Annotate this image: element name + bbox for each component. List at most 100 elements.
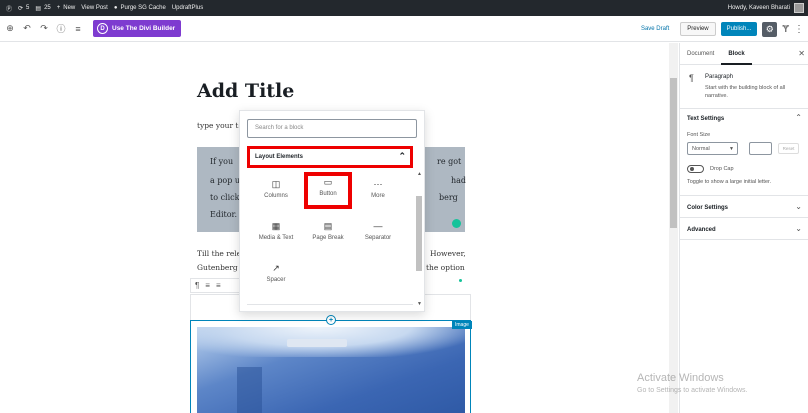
publish-button[interactable]: Publish... xyxy=(720,22,758,36)
toggle-knob xyxy=(690,167,694,171)
divi-builder-label: Use The Divi Builder xyxy=(112,25,176,32)
block-card: ¶ Paragraph Start with the building bloc… xyxy=(680,65,808,109)
cache-icon: ● xyxy=(113,5,118,11)
more-options-icon[interactable]: ⋮ xyxy=(794,24,804,35)
activate-windows-title: Activate Windows xyxy=(637,372,724,384)
scroll-up-icon[interactable]: ▲ xyxy=(417,171,422,177)
text-settings-toggle[interactable]: Text Settings xyxy=(687,116,724,122)
gray-line: had xyxy=(451,176,467,185)
divider xyxy=(680,195,808,196)
layout-elements-panel-toggle[interactable]: Layout Elements ⌃ xyxy=(247,146,413,168)
reset-button[interactable]: Reset xyxy=(778,143,799,154)
tab-block[interactable]: Block xyxy=(721,43,752,65)
settings-gear-icon[interactable]: ⚙ xyxy=(762,21,778,37)
divider xyxy=(680,217,808,218)
insert-block-icon[interactable]: + xyxy=(326,315,336,325)
font-size-select[interactable]: Normal ▼ xyxy=(687,142,738,155)
chevron-up-icon[interactable]: ⌃ xyxy=(795,113,802,122)
panel-title: Layout Elements xyxy=(255,154,304,160)
editor-scrollbar[interactable] xyxy=(669,43,678,413)
comments-item[interactable]: ▤ 25 xyxy=(35,5,50,12)
yoast-icon[interactable]: Ɏ xyxy=(782,24,789,35)
inserter-scroll-thumb[interactable] xyxy=(416,196,422,271)
button-icon: ▭ xyxy=(323,177,333,187)
block-item-page-break[interactable]: ▤ Page Break xyxy=(302,217,354,253)
settings-sidebar: Document Block ✕ ¶ Paragraph Start with … xyxy=(679,43,808,413)
new-item[interactable]: + New xyxy=(57,5,76,11)
drop-cap-label: Drop Cap xyxy=(710,166,734,172)
page-break-icon: ▤ xyxy=(323,221,333,231)
view-post-link[interactable]: View Post xyxy=(81,5,108,11)
color-settings-toggle[interactable]: Color Settings xyxy=(687,205,728,211)
block-item-media-text[interactable]: ▦ Media & Text xyxy=(250,217,302,253)
separator-icon: — xyxy=(373,221,383,231)
post-title[interactable]: Add Title xyxy=(197,80,294,102)
block-item-more[interactable]: ⋯ More xyxy=(352,175,404,211)
close-icon[interactable]: ✕ xyxy=(798,49,805,58)
paragraph-icon[interactable]: ¶ xyxy=(195,281,199,290)
purge-cache-item[interactable]: ● Purge SG Cache xyxy=(114,5,166,11)
block-item-label: Columns xyxy=(264,193,288,199)
block-item-separator[interactable]: — Separator xyxy=(352,217,404,253)
grammarly-icon[interactable] xyxy=(452,219,461,228)
drop-cap-toggle[interactable] xyxy=(687,165,704,173)
block-item-label: Page Break xyxy=(312,235,344,241)
block-search-input[interactable]: Search for a block xyxy=(247,119,417,138)
block-card-description: Start with the building block of all nar… xyxy=(705,85,786,99)
align-left-icon[interactable]: ≡ xyxy=(205,281,210,290)
block-item-spacer[interactable]: ↗ Spacer xyxy=(250,259,302,295)
chevron-up-icon: ⌃ xyxy=(398,151,406,161)
drop-cap-help: Toggle to show a large initial letter. xyxy=(687,179,772,185)
gray-line: If you xyxy=(210,157,234,166)
gray-line: Editor. xyxy=(210,210,238,219)
status-dot-icon xyxy=(459,279,462,282)
align-center-icon[interactable]: ≡ xyxy=(216,281,221,290)
image-preview[interactable] xyxy=(197,327,465,413)
block-item-columns[interactable]: ◫ Columns xyxy=(250,175,302,211)
tab-document[interactable]: Document xyxy=(680,43,721,65)
custom-font-size-input[interactable] xyxy=(749,142,772,155)
chevron-down-icon[interactable]: ⌄ xyxy=(795,224,802,233)
activate-windows-subtitle: Go to Settings to activate Windows. xyxy=(637,387,748,394)
wordpress-logo-icon[interactable]: Ⓟ xyxy=(6,4,12,13)
chevron-down-icon[interactable]: ⌄ xyxy=(795,202,802,211)
block-item-label: Button xyxy=(319,191,337,197)
admin-bar: Ⓟ ⟳ 5 ▤ 25 + New View Post ● Purge SG Cache … xyxy=(0,0,808,16)
block-item-button[interactable]: ▭ Button xyxy=(304,172,352,209)
block-card-title: Paragraph xyxy=(705,74,734,80)
paragraph-icon: ¶ xyxy=(689,73,694,83)
account-menu[interactable]: Howdy, Kaveen Bharati xyxy=(728,3,804,13)
undo-icon[interactable]: ↶ xyxy=(20,22,34,36)
gray-line: berg xyxy=(439,193,458,202)
updates-item[interactable]: ⟳ 5 xyxy=(18,5,29,12)
image-block-label: Image xyxy=(452,321,472,329)
plus-icon: + xyxy=(56,5,61,11)
paragraph-text[interactable]: type your te xyxy=(197,121,243,130)
comments-icon: ▤ xyxy=(35,5,42,12)
updraftplus-link[interactable]: UpdraftPlus xyxy=(172,5,203,11)
photo-fixture xyxy=(287,339,347,347)
block-toolbar: ¶ ≡ ≡ xyxy=(190,278,240,293)
divi-builder-button[interactable]: D Use The Divi Builder xyxy=(93,20,182,37)
new-label: New xyxy=(63,5,76,11)
avatar xyxy=(794,3,804,13)
editor-toolbar: ⊕ ↶ ↷ ⓘ ≡ D Use The Divi Builder Save Dr… xyxy=(0,16,808,42)
redo-icon[interactable]: ↷ xyxy=(37,22,51,36)
scroll-down-icon[interactable]: ▼ xyxy=(417,301,422,307)
comments-count: 25 xyxy=(44,5,51,11)
editor-scroll-thumb[interactable] xyxy=(670,78,677,228)
gray-line: to click xyxy=(210,193,240,202)
advanced-toggle[interactable]: Advanced xyxy=(687,227,716,233)
outline-icon[interactable]: ≡ xyxy=(71,22,85,36)
preview-button[interactable]: Preview xyxy=(680,22,716,36)
info-icon[interactable]: ⓘ xyxy=(54,22,68,36)
more-icon: ⋯ xyxy=(373,179,383,189)
body-text: However, xyxy=(430,249,466,258)
chevron-down-icon: ▼ xyxy=(729,146,734,152)
block-item-label: Spacer xyxy=(266,277,286,283)
updates-icon: ⟳ xyxy=(18,5,24,12)
add-block-icon[interactable]: ⊕ xyxy=(3,22,17,36)
toolbar-actions: Save Draft Preview Publish... ⚙ Ɏ ⋮ xyxy=(641,16,808,42)
save-draft-button[interactable]: Save Draft xyxy=(641,26,669,32)
photo-door xyxy=(237,367,262,413)
